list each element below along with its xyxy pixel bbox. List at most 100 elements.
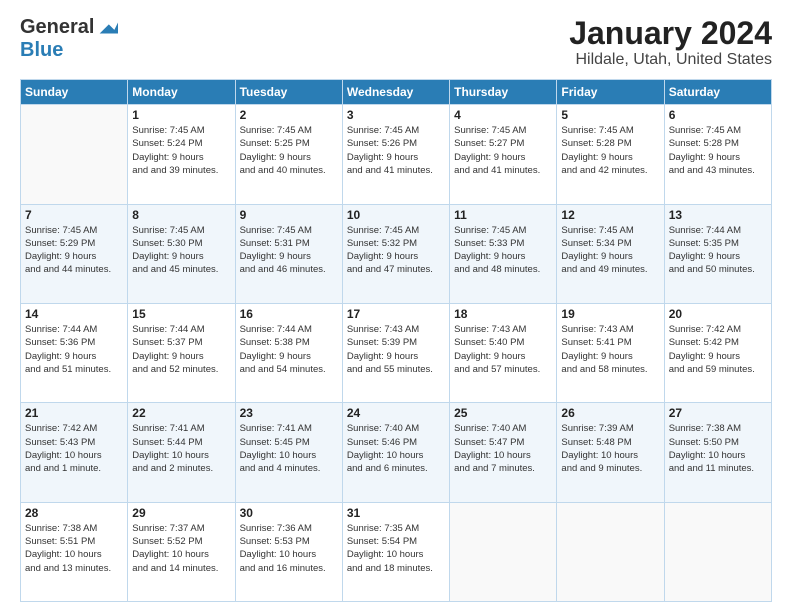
daylight-line2: and and 45 minutes. [132, 263, 230, 276]
daylight-line2: and and 14 minutes. [132, 562, 230, 575]
logo-icon [96, 17, 118, 39]
table-row: 8 Sunrise: 7:45 AMSunset: 5:30 PMDaylight… [128, 204, 235, 303]
daylight-line1: Daylight: 9 hours [347, 250, 445, 263]
daylight-line2: and and 48 minutes. [454, 263, 552, 276]
day-info: Sunrise: 7:45 AMSunset: 5:32 PMDaylight:… [347, 224, 445, 277]
logo-general-text: General [20, 16, 94, 39]
day-number: 8 [132, 208, 230, 222]
daylight-line1: Daylight: 10 hours [132, 548, 230, 561]
daylight-line1: Daylight: 9 hours [669, 350, 767, 363]
col-wednesday: Wednesday [342, 80, 449, 105]
sunrise-text: Sunrise: 7:45 AM [347, 124, 445, 137]
sunset-text: Sunset: 5:52 PM [132, 535, 230, 548]
day-info: Sunrise: 7:44 AMSunset: 5:36 PMDaylight:… [25, 323, 123, 376]
sunrise-text: Sunrise: 7:44 AM [240, 323, 338, 336]
daylight-line1: Daylight: 9 hours [240, 350, 338, 363]
daylight-line2: and and 47 minutes. [347, 263, 445, 276]
day-info: Sunrise: 7:45 AMSunset: 5:30 PMDaylight:… [132, 224, 230, 277]
sunrise-text: Sunrise: 7:36 AM [240, 522, 338, 535]
sunrise-text: Sunrise: 7:44 AM [25, 323, 123, 336]
day-number: 27 [669, 406, 767, 420]
day-info: Sunrise: 7:45 AMSunset: 5:24 PMDaylight:… [132, 124, 230, 177]
sunrise-text: Sunrise: 7:39 AM [561, 422, 659, 435]
sunrise-text: Sunrise: 7:43 AM [347, 323, 445, 336]
day-info: Sunrise: 7:43 AMSunset: 5:41 PMDaylight:… [561, 323, 659, 376]
daylight-line2: and and 50 minutes. [669, 263, 767, 276]
daylight-line1: Daylight: 9 hours [132, 250, 230, 263]
daylight-line2: and and 4 minutes. [240, 462, 338, 475]
daylight-line1: Daylight: 10 hours [25, 449, 123, 462]
col-tuesday: Tuesday [235, 80, 342, 105]
daylight-line2: and and 11 minutes. [669, 462, 767, 475]
sunset-text: Sunset: 5:48 PM [561, 436, 659, 449]
sunset-text: Sunset: 5:27 PM [454, 137, 552, 150]
sunrise-text: Sunrise: 7:43 AM [454, 323, 552, 336]
daylight-line2: and and 40 minutes. [240, 164, 338, 177]
daylight-line1: Daylight: 9 hours [132, 151, 230, 164]
table-row: 1 Sunrise: 7:45 AMSunset: 5:24 PMDaylight… [128, 105, 235, 204]
table-row: 11Sunrise: 7:45 AMSunset: 5:33 PMDayligh… [450, 204, 557, 303]
table-row: 7Sunrise: 7:45 AMSunset: 5:29 PMDaylight… [21, 204, 128, 303]
sunset-text: Sunset: 5:35 PM [669, 237, 767, 250]
sunrise-text: Sunrise: 7:45 AM [240, 224, 338, 237]
day-info: Sunrise: 7:45 AMSunset: 5:28 PMDaylight:… [561, 124, 659, 177]
sunset-text: Sunset: 5:42 PM [669, 336, 767, 349]
day-info: Sunrise: 7:44 AMSunset: 5:38 PMDaylight:… [240, 323, 338, 376]
day-number: 22 [132, 406, 230, 420]
table-row: 9Sunrise: 7:45 AMSunset: 5:31 PMDaylight… [235, 204, 342, 303]
daylight-line2: and and 9 minutes. [561, 462, 659, 475]
day-number: 30 [240, 506, 338, 520]
sunrise-text: Sunrise: 7:41 AM [132, 422, 230, 435]
daylight-line1: Daylight: 9 hours [561, 151, 659, 164]
day-info: Sunrise: 7:38 AMSunset: 5:50 PMDaylight:… [669, 422, 767, 475]
daylight-line2: and and 41 minutes. [347, 164, 445, 177]
daylight-line1: Daylight: 9 hours [561, 350, 659, 363]
col-saturday: Saturday [664, 80, 771, 105]
daylight-line2: and and 2 minutes. [132, 462, 230, 475]
daylight-line2: and and 18 minutes. [347, 562, 445, 575]
daylight-line1: Daylight: 9 hours [669, 151, 767, 164]
table-row: 10Sunrise: 7:45 AMSunset: 5:32 PMDayligh… [342, 204, 449, 303]
day-info: Sunrise: 7:45 AMSunset: 5:33 PMDaylight:… [454, 224, 552, 277]
sunset-text: Sunset: 5:36 PM [25, 336, 123, 349]
daylight-line2: and and 44 minutes. [25, 263, 123, 276]
daylight-line1: Daylight: 10 hours [347, 548, 445, 561]
sunrise-text: Sunrise: 7:45 AM [454, 124, 552, 137]
daylight-line2: and and 13 minutes. [25, 562, 123, 575]
day-number: 15 [132, 307, 230, 321]
sunset-text: Sunset: 5:47 PM [454, 436, 552, 449]
daylight-line1: Daylight: 10 hours [25, 548, 123, 561]
sunrise-text: Sunrise: 7:45 AM [132, 224, 230, 237]
sunrise-text: Sunrise: 7:35 AM [347, 522, 445, 535]
day-number: 19 [561, 307, 659, 321]
day-number: 14 [25, 307, 123, 321]
day-number: 20 [669, 307, 767, 321]
sunrise-text: Sunrise: 7:45 AM [347, 224, 445, 237]
daylight-line1: Daylight: 9 hours [240, 250, 338, 263]
table-row: 19 Sunrise: 7:43 AMSunset: 5:41 PMDayligh… [557, 303, 664, 402]
sunset-text: Sunset: 5:30 PM [132, 237, 230, 250]
sunset-text: Sunset: 5:29 PM [25, 237, 123, 250]
daylight-line1: Daylight: 10 hours [669, 449, 767, 462]
table-row [21, 105, 128, 204]
sunrise-text: Sunrise: 7:41 AM [240, 422, 338, 435]
sunset-text: Sunset: 5:46 PM [347, 436, 445, 449]
table-row: 22Sunrise: 7:41 AMSunset: 5:44 PMDayligh… [128, 403, 235, 502]
calendar-week-row: 21Sunrise: 7:42 AMSunset: 5:43 PMDayligh… [21, 403, 772, 502]
day-number: 1 [132, 108, 230, 122]
col-sunday: Sunday [21, 80, 128, 105]
table-row [450, 502, 557, 601]
daylight-line2: and and 6 minutes. [347, 462, 445, 475]
sunrise-text: Sunrise: 7:44 AM [132, 323, 230, 336]
day-number: 17 [347, 307, 445, 321]
sunset-text: Sunset: 5:54 PM [347, 535, 445, 548]
table-row: 30Sunrise: 7:36 AMSunset: 5:53 PMDayligh… [235, 502, 342, 601]
sunrise-text: Sunrise: 7:42 AM [25, 422, 123, 435]
day-info: Sunrise: 7:39 AMSunset: 5:48 PMDaylight:… [561, 422, 659, 475]
daylight-line1: Daylight: 10 hours [240, 449, 338, 462]
daylight-line2: and and 54 minutes. [240, 363, 338, 376]
sunrise-text: Sunrise: 7:45 AM [561, 124, 659, 137]
sunrise-text: Sunrise: 7:45 AM [25, 224, 123, 237]
day-number: 13 [669, 208, 767, 222]
day-number: 16 [240, 307, 338, 321]
